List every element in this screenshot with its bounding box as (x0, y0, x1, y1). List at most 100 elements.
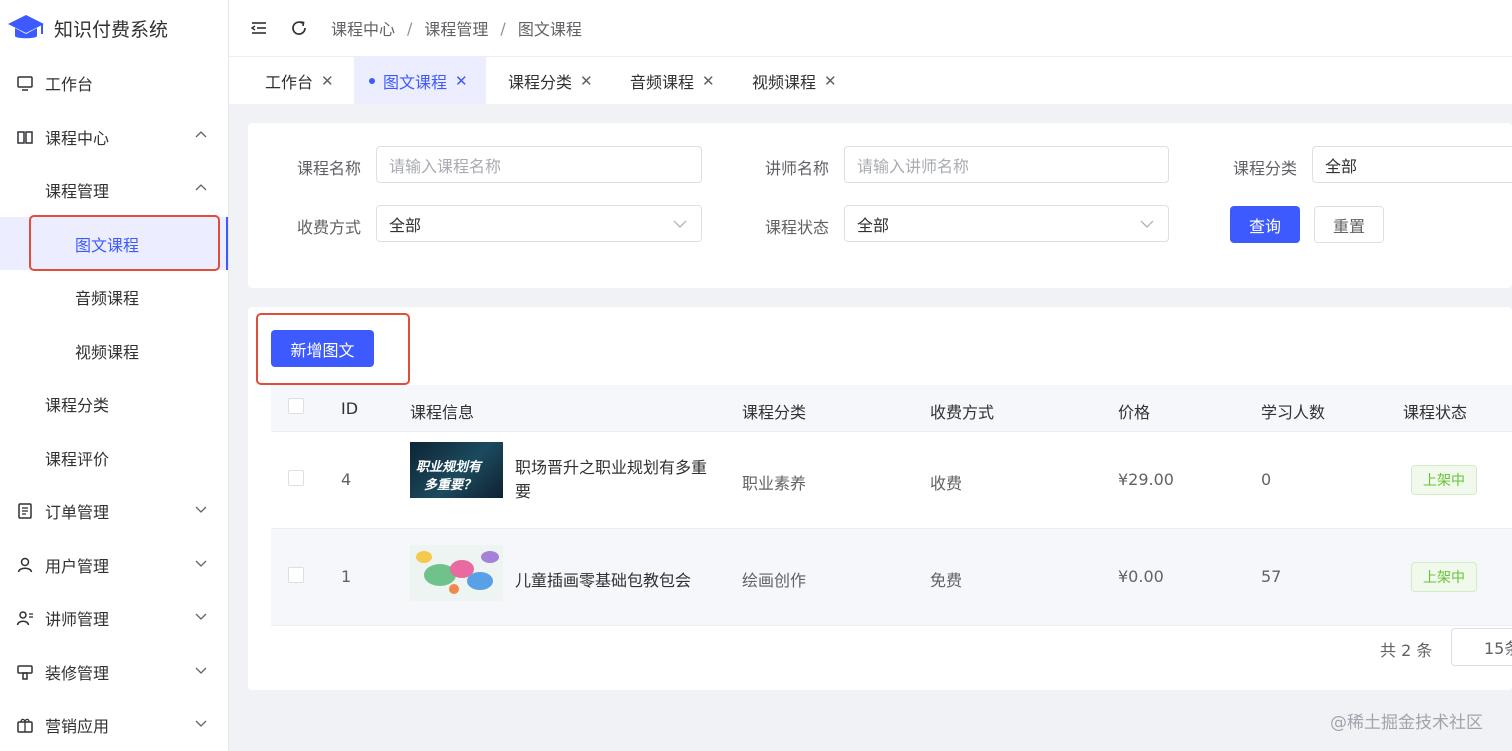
document-icon (15, 501, 35, 521)
sidebar-item-label: 课程管理 (45, 181, 110, 201)
tab-video-course[interactable]: 视频课程 ✕ (740, 57, 849, 104)
cell-charge: 收费 (930, 474, 963, 493)
sidebar-item-workbench[interactable]: 工作台 (0, 56, 228, 109)
breadcrumb-item[interactable]: 课程管理 (424, 16, 488, 40)
graduation-cap-icon (8, 15, 44, 39)
sidebar-item-users[interactable]: 用户管理 (0, 538, 228, 591)
gift-icon (15, 715, 35, 735)
sidebar-item-label: 订单管理 (45, 502, 110, 522)
sidebar-item-label: 音频课程 (75, 288, 140, 308)
select-all-checkbox[interactable] (288, 398, 304, 414)
pagination-total: 共 2 条 (1380, 641, 1433, 660)
cell-price: ¥29.00 (1118, 470, 1174, 489)
category-select[interactable]: 全部 (1312, 146, 1512, 183)
sidebar-item-teachers[interactable]: 讲师管理 (0, 591, 228, 644)
tab-course-category[interactable]: 课程分类 ✕ (496, 57, 605, 104)
teacher-icon (15, 608, 35, 628)
chevron-down-icon (195, 560, 207, 567)
course-name-input[interactable]: 请输入课程名称 (376, 146, 702, 183)
highlight-box-sidebar (29, 215, 220, 271)
cell-id: 4 (341, 470, 352, 489)
sidebar-item-marketing[interactable]: 营销应用 (0, 698, 228, 751)
sidebar-item-label: 营销应用 (45, 716, 110, 736)
status-select[interactable]: 全部 (844, 205, 1169, 242)
tab-label: 工作台 (265, 72, 314, 92)
breadcrumb-item[interactable]: 课程中心 (331, 16, 395, 40)
close-icon[interactable]: ✕ (824, 72, 837, 90)
refresh-icon[interactable] (289, 18, 309, 38)
breadcrumb: 课程中心 / 课程管理 / 图文课程 (331, 16, 582, 40)
tabs-bar: 工作台 ✕ 图文课程 ✕ 课程分类 ✕ 音频课程 ✕ 视频课程 ✕ (229, 57, 1512, 104)
topbar: 课程中心 / 课程管理 / 图文课程 (229, 0, 1512, 57)
breadcrumb-separator: / (500, 18, 506, 38)
teacher-name-input[interactable]: 请输入讲师名称 (844, 146, 1169, 183)
sidebar-item-label: 课程分类 (45, 395, 110, 415)
header-learners: 学习人数 (1261, 403, 1326, 422)
tab-label: 视频课程 (752, 72, 817, 92)
sidebar-item-label: 课程中心 (45, 128, 110, 148)
sidebar-item-label: 用户管理 (45, 556, 110, 576)
teacher-name-label: 讲师名称 (765, 159, 830, 178)
close-icon[interactable]: ✕ (321, 72, 334, 90)
chevron-down-icon (673, 220, 687, 228)
row-checkbox[interactable] (288, 567, 304, 583)
course-thumbnail: 职业规划有 多重要？ (410, 442, 503, 498)
sidebar-item-audio-course[interactable]: 音频课程 (0, 270, 228, 323)
sidebar-item-course-manage[interactable]: 课程管理 (0, 163, 228, 216)
status-value: 全部 (857, 215, 890, 235)
sidebar-item-decoration[interactable]: 装修管理 (0, 645, 228, 698)
illustration-icon (410, 545, 503, 601)
sidebar-item-label: 工作台 (45, 74, 94, 94)
close-icon[interactable]: ✕ (455, 72, 468, 90)
sidebar-item-video-course[interactable]: 视频课程 (0, 324, 228, 377)
course-name-label: 课程名称 (297, 159, 362, 178)
sidebar-item-course-review[interactable]: 课程评价 (0, 431, 228, 484)
sidebar-item-label: 课程评价 (45, 449, 110, 469)
sidebar-item-label: 装修管理 (45, 663, 110, 683)
reset-button[interactable]: 重置 (1314, 206, 1384, 243)
logo: 知识付费系统 (0, 0, 228, 56)
query-button[interactable]: 查询 (1230, 206, 1300, 243)
cell-learners: 57 (1261, 567, 1282, 586)
chevron-down-icon (195, 667, 207, 674)
cell-course-title[interactable]: 职场晋升之职业规划有多重要 (515, 456, 720, 504)
tab-text-course[interactable]: 图文课程 ✕ (354, 57, 486, 104)
thumbnail-text: 多重要？ (424, 478, 477, 493)
header-category: 课程分类 (742, 403, 807, 422)
chevron-down-icon (195, 506, 207, 513)
close-icon[interactable]: ✕ (580, 72, 593, 90)
page-size-select[interactable]: 15条 (1451, 628, 1512, 666)
cell-price: ¥0.00 (1118, 567, 1164, 586)
tab-label: 音频课程 (630, 72, 695, 92)
row-checkbox[interactable] (288, 470, 304, 486)
cell-course-title[interactable]: 儿童插画零基础包教包会 (515, 567, 691, 591)
book-icon (15, 127, 35, 147)
category-value: 全部 (1325, 156, 1358, 176)
tab-workbench[interactable]: 工作台 ✕ (253, 57, 346, 104)
chevron-down-icon (195, 613, 207, 620)
chevron-down-icon (195, 720, 207, 727)
sidebar-item-course-category[interactable]: 课程分类 (0, 377, 228, 430)
sidebar-item-course-center[interactable]: 课程中心 (0, 110, 228, 163)
chevron-up-icon (195, 184, 207, 191)
menu-fold-icon[interactable] (249, 18, 269, 38)
sidebar-item-orders[interactable]: 订单管理 (0, 484, 228, 537)
header-price: 价格 (1118, 403, 1151, 422)
charge-value: 全部 (389, 215, 422, 235)
cell-id: 1 (341, 567, 352, 586)
header-id: ID (341, 399, 359, 418)
table-row: 1 儿童插画零基础包教包会 绘画创作 免费 ¥0.00 57 上架中 (271, 529, 1512, 626)
status-badge: 上架中 (1411, 562, 1477, 592)
sidebar-item-label: 视频课程 (75, 342, 140, 362)
status-label: 课程状态 (765, 218, 830, 237)
table-header: ID 课程信息 课程分类 收费方式 价格 学习人数 课程状态 (271, 385, 1512, 432)
close-icon[interactable]: ✕ (702, 72, 715, 90)
sidebar-item-label: 讲师管理 (45, 609, 110, 629)
charge-select[interactable]: 全部 (376, 205, 702, 242)
teacher-name-placeholder: 请输入讲师名称 (857, 156, 970, 176)
sidebar: 知识付费系统 工作台 课程中心 课程管理 图文课程 音频课程 视频课程 课程分类… (0, 0, 229, 751)
category-label: 课程分类 (1233, 159, 1298, 178)
header-status: 课程状态 (1403, 403, 1468, 422)
brush-icon (15, 662, 35, 682)
tab-audio-course[interactable]: 音频课程 ✕ (618, 57, 727, 104)
